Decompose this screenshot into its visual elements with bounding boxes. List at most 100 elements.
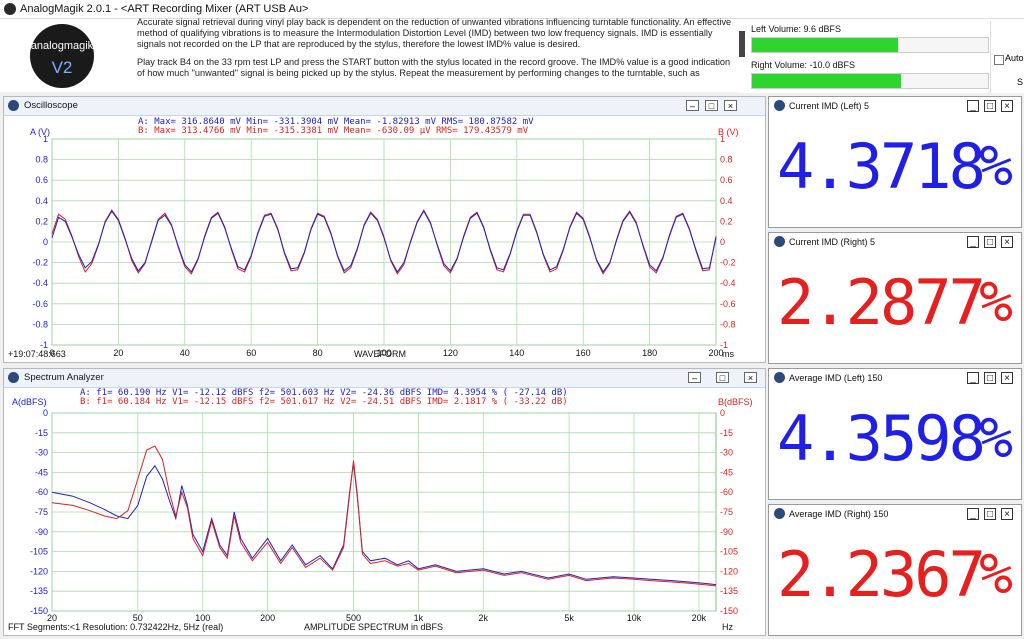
imd-minimize-button[interactable]: _: [967, 100, 979, 112]
oscilloscope-y-tick-label-right: -0.4: [720, 278, 736, 288]
oscilloscope-y-tick-label-left: -0.2: [32, 258, 48, 268]
oscilloscope-y-tick-label-left: -1: [40, 340, 48, 350]
imd-minimize-button[interactable]: _: [967, 508, 979, 520]
oscilloscope-y-tick-label-left: 0.8: [35, 155, 48, 165]
analogmagik-logo: analogmagik V2: [30, 24, 94, 88]
right-volume-label: Right Volume: -10.0 dBFS: [751, 60, 856, 70]
spectrum-y-tick-label-right: 0: [720, 408, 725, 418]
spectrum-y-tick-label-right: -45: [720, 467, 733, 477]
spectrum-y-tick-label-left: -105: [30, 547, 48, 557]
panel-icon: [774, 236, 785, 247]
oscilloscope-x-tick-label: 80: [313, 348, 323, 358]
oscilloscope-y-tick-label-left: -0.6: [32, 299, 48, 309]
imd-close-button[interactable]: ×: [1001, 372, 1013, 384]
spectrum-x-tick-label: 2k: [479, 613, 489, 623]
spectrum-x-tick-label: 20: [47, 613, 57, 623]
panel-icon: [774, 100, 785, 111]
imd-panel-header[interactable]: Average IMD (Right) 150 _ □ ×: [769, 505, 1021, 523]
spectrum-y-tick-label-left: -30: [35, 448, 48, 458]
oscilloscope-x-tick-label: 120: [443, 348, 458, 358]
oscilloscope-x-tick-label: 100: [376, 348, 391, 358]
imd-panel-title: Average IMD (Left) 150: [789, 373, 883, 383]
oscilloscope-x-tick-label: 20: [113, 348, 123, 358]
spectrum-chart: 20 50 100 200 500 1k 2k 5k 10k 20k 0 0 -15 -15 -30 -30 -…: [30, 408, 738, 623]
instructions-text: Accurate signal retrieval during vinyl p…: [137, 17, 737, 86]
left-volume-meter: [751, 37, 989, 53]
spectrum-x-tick-label: 500: [346, 613, 361, 623]
imd-percent-sign: %: [979, 270, 1013, 335]
spectrum-y-tick-label-right: -150: [720, 606, 738, 616]
panel-icon: [774, 372, 785, 383]
spectrum-y-tick-label-right: -30: [720, 448, 733, 458]
spectrum-y-tick-label-right: -90: [720, 527, 733, 537]
imd-panel-header[interactable]: Current IMD (Left) 5 _ □ ×: [769, 97, 1021, 115]
imd-panel-title: Average IMD (Right) 150: [789, 509, 889, 519]
spectrum-y-tick-label-left: -15: [35, 428, 48, 438]
spectrum-x-tick-label: 50: [133, 613, 143, 623]
spectrum-panel: Spectrum Analyzer – □ × A: f1= 60.190 Hz…: [3, 368, 766, 636]
spectrum-x-tick-label: 10k: [627, 613, 642, 623]
oscilloscope-x-tick-label: 0: [49, 348, 54, 358]
spectrum-x-tick-label: 200: [260, 613, 275, 623]
spectrum-y-tick-label-left: -90: [35, 527, 48, 537]
imd-value: 2.2367: [777, 538, 986, 611]
imd-panel-header[interactable]: Average IMD (Left) 150 _ □ ×: [769, 369, 1021, 387]
imd-close-button[interactable]: ×: [1001, 508, 1013, 520]
oscilloscope-panel: Oscilloscope – □ × A: Max= 316.8640 mV M…: [3, 96, 766, 363]
imd-percent-sign: %: [979, 542, 1013, 607]
spectrum-y-tick-label-left: -45: [35, 467, 48, 477]
imd-percent-sign: %: [979, 406, 1013, 471]
right-volume-meter: [751, 73, 989, 89]
spectrum-y-tick-label-right: -105: [720, 547, 738, 557]
oscilloscope-y-tick-label-right: 0.6: [720, 175, 733, 185]
oscilloscope-y-tick-label-left: 0.2: [35, 216, 48, 226]
imd-percent-sign: %: [979, 134, 1013, 199]
spectrum-y-tick-label-right: -60: [720, 487, 733, 497]
imd-panel: Current IMD (Right) 5 _ □ × 2.2877%: [768, 232, 1022, 364]
left-volume-fill: [752, 38, 899, 52]
imd-value: 4.3718: [777, 130, 986, 203]
imd-panel-header[interactable]: Current IMD (Right) 5 _ □ ×: [769, 233, 1021, 251]
imd-maximize-button[interactable]: □: [984, 508, 996, 520]
oscilloscope-y-tick-label-right: -1: [720, 340, 728, 350]
window-title: AnalogMagik 2.0.1 - <ART Recording Mixer…: [20, 3, 309, 15]
oscilloscope-y-tick-label-right: -0.8: [720, 319, 736, 329]
imd-value: 2.2877: [777, 266, 986, 339]
oscilloscope-y-tick-label-right: 0.4: [720, 196, 733, 206]
app-icon: [4, 3, 16, 15]
oscilloscope-y-tick-label-right: 0.8: [720, 155, 733, 165]
instructions-paragraph-2: Play track B4 on the 33 rpm test LP and …: [137, 57, 731, 78]
spectrum-x-tick-label: 1k: [414, 613, 424, 623]
oscilloscope-chart: 0 20 40 60 80 100 120 140 160 180 2001 10.8 0.80.6 0.…: [32, 134, 736, 358]
oscilloscope-x-tick-label: 140: [509, 348, 524, 358]
imd-panel: Current IMD (Left) 5 _ □ × 4.3718%: [768, 96, 1022, 228]
spectrum-y-tick-label-left: -135: [30, 586, 48, 596]
spectrum-y-tick-label-right: -75: [720, 507, 733, 517]
oscilloscope-y-tick-label-right: -0.2: [720, 258, 736, 268]
spectrum-x-tick-label: 5k: [564, 613, 574, 623]
oscilloscope-y-tick-label-right: 0.2: [720, 216, 733, 226]
imd-maximize-button[interactable]: □: [984, 372, 996, 384]
imd-close-button[interactable]: ×: [1001, 100, 1013, 112]
volume-scroll-indicator: [739, 31, 745, 57]
logo-text: analogmagik: [30, 40, 94, 52]
instructions-paragraph-1: Accurate signal retrieval during vinyl p…: [137, 17, 732, 49]
oscilloscope-y-tick-label-left: -0.4: [32, 278, 48, 288]
imd-close-button[interactable]: ×: [1001, 236, 1013, 248]
imd-panel-title: Current IMD (Left) 5: [789, 101, 870, 111]
oscilloscope-y-tick-label-left: 0.4: [35, 196, 48, 206]
imd-minimize-button[interactable]: _: [967, 372, 979, 384]
auto-checkbox[interactable]: [994, 55, 1004, 65]
oscilloscope-y-tick-label-right: -0.6: [720, 299, 736, 309]
imd-minimize-button[interactable]: _: [967, 236, 979, 248]
oscilloscope-x-tick-label: 180: [642, 348, 657, 358]
imd-maximize-button[interactable]: □: [984, 100, 996, 112]
s-label: S: [1017, 77, 1024, 87]
right-controls: Auto S: [990, 21, 1024, 93]
spectrum-x-tick-label: 100: [195, 613, 210, 623]
spectrum-y-tick-label-right: -135: [720, 586, 738, 596]
imd-maximize-button[interactable]: □: [984, 236, 996, 248]
right-volume-fill: [752, 74, 901, 88]
oscilloscope-x-tick-label: 160: [576, 348, 591, 358]
spectrum-y-tick-label-right: -120: [720, 566, 738, 576]
